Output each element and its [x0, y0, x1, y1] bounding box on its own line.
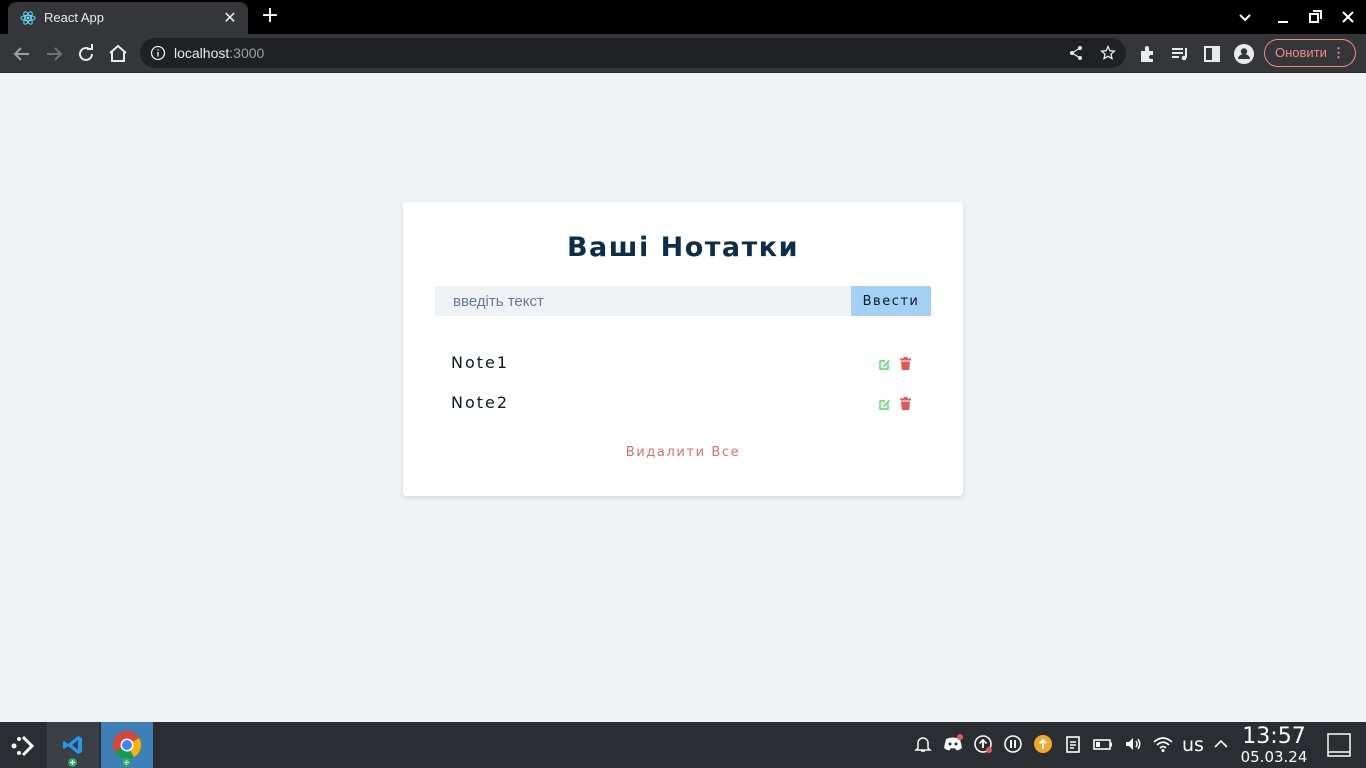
show-hidden-icons-chevron-icon[interactable] — [1211, 734, 1231, 754]
new-tab-plus-icon[interactable]: + — [258, 5, 282, 29]
profile-avatar-icon[interactable] — [1232, 42, 1256, 66]
tab-search-chevron-icon[interactable] — [1235, 7, 1255, 27]
show-desktop-icon[interactable] — [1327, 733, 1351, 757]
address-url: localhost:3000 — [174, 45, 264, 61]
close-window-icon[interactable] — [1338, 7, 1358, 27]
side-panel-icon[interactable] — [1200, 42, 1224, 66]
update-button-label: Оновити — [1275, 45, 1327, 60]
note-text-input[interactable] — [435, 286, 851, 316]
discord-icon[interactable] — [943, 734, 963, 754]
note-text: Note2 — [451, 393, 510, 412]
share-icon[interactable] — [1068, 45, 1084, 61]
edit-icon[interactable] — [879, 358, 891, 370]
extensions-puzzle-icon[interactable] — [1136, 42, 1160, 66]
note-item: Note1 — [451, 352, 915, 376]
minimize-icon[interactable] — [1273, 7, 1293, 27]
running-indicator-icon — [68, 758, 77, 767]
media-control-icon[interactable] — [1168, 42, 1192, 66]
forward-arrow-icon[interactable] — [42, 42, 66, 66]
note-text: Note1 — [451, 353, 510, 372]
reload-icon[interactable] — [74, 42, 98, 66]
clipboard-icon[interactable] — [1063, 734, 1083, 754]
home-icon[interactable] — [106, 42, 130, 66]
back-arrow-icon[interactable] — [10, 42, 34, 66]
edit-icon[interactable] — [879, 398, 891, 410]
note-input-row: Ввести — [435, 286, 931, 316]
update-browser-button[interactable]: Оновити ⋮ — [1264, 39, 1356, 67]
keyboard-layout-indicator[interactable]: us — [1182, 734, 1204, 756]
url-host: localhost — [174, 45, 230, 61]
clock-time[interactable]: 13:57 — [1238, 724, 1310, 749]
battery-icon[interactable] — [1093, 734, 1113, 754]
delete-all-button[interactable]: Видалити Все — [403, 445, 963, 460]
url-port: :3000 — [229, 45, 265, 61]
browser-toolbar: localhost:3000 Оновити ⋮ — [0, 34, 1366, 73]
volume-icon[interactable] — [1123, 734, 1143, 754]
clock-date[interactable]: 05.03.24 — [1238, 748, 1310, 766]
page-title: Ваші Нотатки — [566, 232, 800, 263]
media-pause-icon[interactable] — [1003, 734, 1023, 754]
update-notifier-icon[interactable] — [973, 734, 993, 754]
browser-tab[interactable]: React App ✕ — [8, 2, 248, 34]
updates-available-icon[interactable] — [1033, 734, 1053, 754]
note-item: Note2 — [451, 392, 915, 416]
vscode-icon — [63, 736, 82, 754]
submit-note-button[interactable]: Ввести — [851, 286, 931, 316]
taskbar-chrome[interactable] — [101, 722, 153, 768]
trash-icon[interactable] — [900, 357, 911, 370]
site-info-icon[interactable] — [150, 45, 166, 61]
react-logo-icon — [20, 11, 36, 25]
more-menu-icon[interactable]: ⋮ — [1332, 40, 1345, 66]
notifications-bell-icon[interactable] — [913, 734, 933, 754]
trash-icon[interactable] — [900, 397, 911, 410]
tab-title: React App — [44, 10, 104, 25]
running-indicator-icon — [122, 758, 131, 767]
notes-card: Ваші Нотатки Ввести Note1 Note2 Видалити… — [403, 202, 963, 496]
browser-titlebar: React App ✕ + — [0, 0, 1366, 34]
taskbar-vscode[interactable] — [47, 722, 99, 768]
os-taskbar: us 13:57 05.03.24 — [0, 722, 1366, 768]
bookmark-star-icon[interactable] — [1100, 45, 1116, 61]
address-bar[interactable]: localhost:3000 — [140, 38, 1126, 68]
restore-icon[interactable] — [1305, 7, 1325, 27]
chrome-icon — [113, 731, 141, 759]
wifi-icon[interactable] — [1153, 734, 1173, 754]
tab-close-icon[interactable]: ✕ — [220, 8, 240, 28]
app-launcher-icon[interactable] — [8, 731, 38, 761]
